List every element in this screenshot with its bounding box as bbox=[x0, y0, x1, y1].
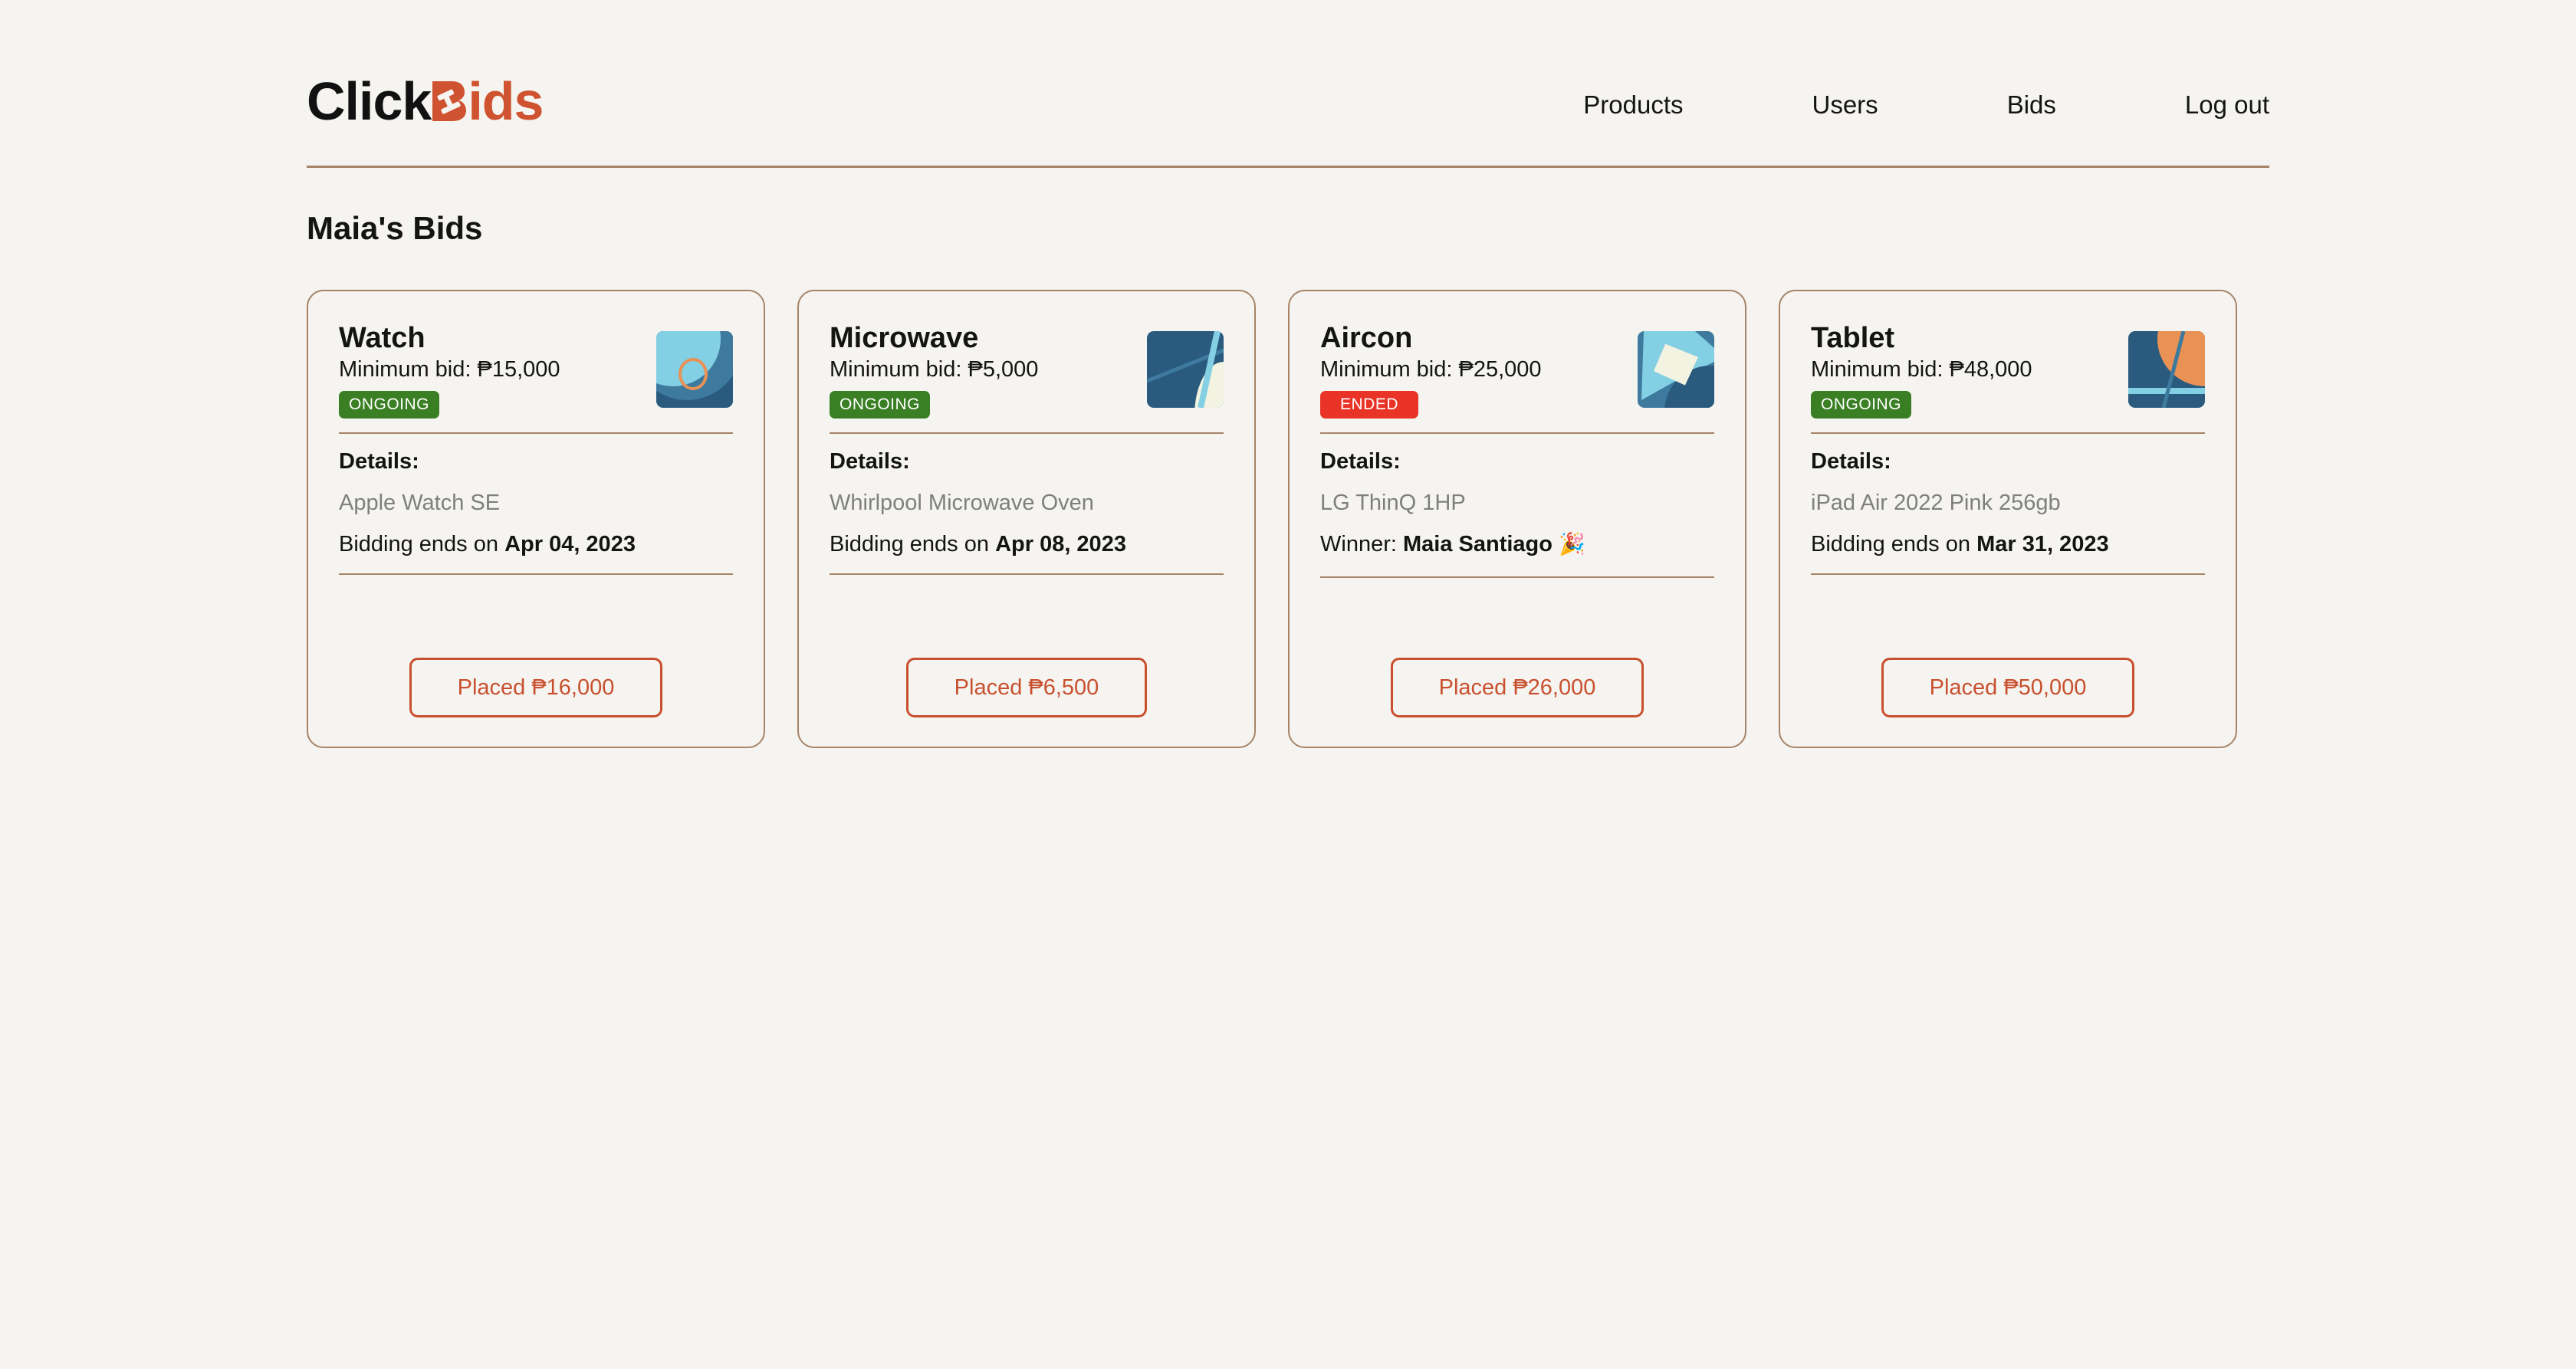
placed-bid-button[interactable]: Placed ₱16,000 bbox=[409, 658, 663, 717]
minimum-bid-label: Minimum bid: bbox=[339, 357, 478, 382]
details-label: Details: bbox=[1320, 449, 1401, 474]
ends-prefix: Bidding ends on bbox=[830, 532, 996, 556]
status-badge: ENDED bbox=[1320, 391, 1419, 419]
logo-text-click: Click bbox=[307, 71, 432, 131]
winner-name: Maia Santiago bbox=[1402, 532, 1552, 556]
divider bbox=[339, 573, 733, 575]
page-container: Click ids Products Users Bids Log out Mai… bbox=[307, 0, 2269, 748]
status-badge: ONGOING bbox=[830, 391, 931, 419]
product-name: Microwave bbox=[830, 322, 979, 354]
divider bbox=[830, 573, 1224, 575]
product-description: Whirlpool Microwave Oven bbox=[830, 491, 1094, 515]
bid-card: Aircon Minimum bid: ₱25,000 ENDED Detail… bbox=[1288, 290, 1746, 748]
microwave-abstract-icon bbox=[1147, 331, 1224, 408]
bid-card: Microwave Minimum bid: ₱5,000 ONGOING De… bbox=[797, 290, 1256, 748]
ends-prefix: Bidding ends on bbox=[339, 532, 505, 556]
nav-logout[interactable]: Log out bbox=[2185, 86, 2269, 124]
brand-logo[interactable]: Click ids bbox=[307, 71, 544, 132]
product-name: Tablet bbox=[1811, 322, 1895, 354]
minimum-bid-label: Minimum bid: bbox=[1320, 357, 1459, 382]
product-name: Aircon bbox=[1320, 322, 1413, 354]
nav-products[interactable]: Products bbox=[1583, 86, 1683, 124]
nav-users[interactable]: Users bbox=[1812, 86, 1878, 124]
divider bbox=[1811, 573, 2205, 575]
ends-date: Apr 08, 2023 bbox=[995, 532, 1126, 556]
product-description: LG ThinQ 1HP bbox=[1320, 491, 1466, 515]
divider bbox=[1320, 432, 1714, 434]
winner-line: Winner: Maia Santiago 🎉 bbox=[1320, 529, 1585, 560]
bid-card: Watch Minimum bid: ₱15,000 ONGOING Detai… bbox=[307, 290, 765, 748]
ends-date: Apr 04, 2023 bbox=[504, 532, 636, 556]
minimum-bid-value: ₱25,000 bbox=[1458, 357, 1542, 382]
ends-date: Mar 31, 2023 bbox=[1976, 532, 2109, 556]
main-nav: Products Users Bids Log out bbox=[1583, 86, 2269, 124]
product-description: Apple Watch SE bbox=[339, 491, 501, 515]
divider bbox=[830, 432, 1224, 434]
winner-prefix: Winner: bbox=[1320, 532, 1403, 556]
divider bbox=[1811, 432, 2205, 434]
party-popper-icon: 🎉 bbox=[1559, 532, 1585, 556]
divider bbox=[1320, 576, 1714, 578]
bidding-end-date: Bidding ends on Apr 04, 2023 bbox=[339, 529, 636, 560]
minimum-bid-value: ₱5,000 bbox=[968, 357, 1039, 382]
gavel-b-icon bbox=[431, 80, 467, 123]
product-description: iPad Air 2022 Pink 256gb bbox=[1811, 491, 2061, 515]
bid-card-list: Watch Minimum bid: ₱15,000 ONGOING Detai… bbox=[307, 290, 2237, 748]
nav-bids[interactable]: Bids bbox=[2007, 86, 2056, 124]
minimum-bid-value: ₱48,000 bbox=[1949, 357, 2032, 382]
divider bbox=[339, 432, 733, 434]
bidding-end-date: Bidding ends on Mar 31, 2023 bbox=[1811, 529, 2109, 560]
placed-bid-button[interactable]: Placed ₱50,000 bbox=[1881, 658, 2135, 717]
bidding-end-date: Bidding ends on Apr 08, 2023 bbox=[830, 529, 1126, 560]
top-header: Click ids Products Users Bids Log out bbox=[307, 0, 2269, 168]
status-badge: ONGOING bbox=[1811, 391, 1912, 419]
aircon-abstract-icon bbox=[1638, 331, 1714, 408]
tablet-abstract-icon bbox=[2128, 331, 2205, 408]
bid-card: Tablet Minimum bid: ₱48,000 ONGOING Deta… bbox=[1779, 290, 2237, 748]
status-badge: ONGOING bbox=[339, 391, 440, 419]
logo-text-bids: ids bbox=[468, 71, 544, 131]
product-name: Watch bbox=[339, 322, 426, 354]
minimum-bid: Minimum bid: ₱15,000 bbox=[339, 354, 560, 385]
minimum-bid: Minimum bid: ₱25,000 bbox=[1320, 354, 1542, 385]
minimum-bid: Minimum bid: ₱48,000 bbox=[1811, 354, 2032, 385]
details-label: Details: bbox=[830, 449, 910, 474]
page-title: Maia's Bids bbox=[307, 210, 483, 246]
placed-bid-button[interactable]: Placed ₱6,500 bbox=[905, 658, 1148, 717]
minimum-bid-label: Minimum bid: bbox=[830, 357, 968, 382]
placed-bid-button[interactable]: Placed ₱26,000 bbox=[1390, 658, 1644, 717]
minimum-bid: Minimum bid: ₱5,000 bbox=[830, 354, 1038, 385]
minimum-bid-label: Minimum bid: bbox=[1811, 357, 1950, 382]
details-label: Details: bbox=[1811, 449, 1891, 474]
ends-prefix: Bidding ends on bbox=[1811, 532, 1977, 556]
watch-abstract-icon bbox=[656, 331, 733, 408]
details-label: Details: bbox=[339, 449, 419, 474]
minimum-bid-value: ₱15,000 bbox=[477, 357, 560, 382]
